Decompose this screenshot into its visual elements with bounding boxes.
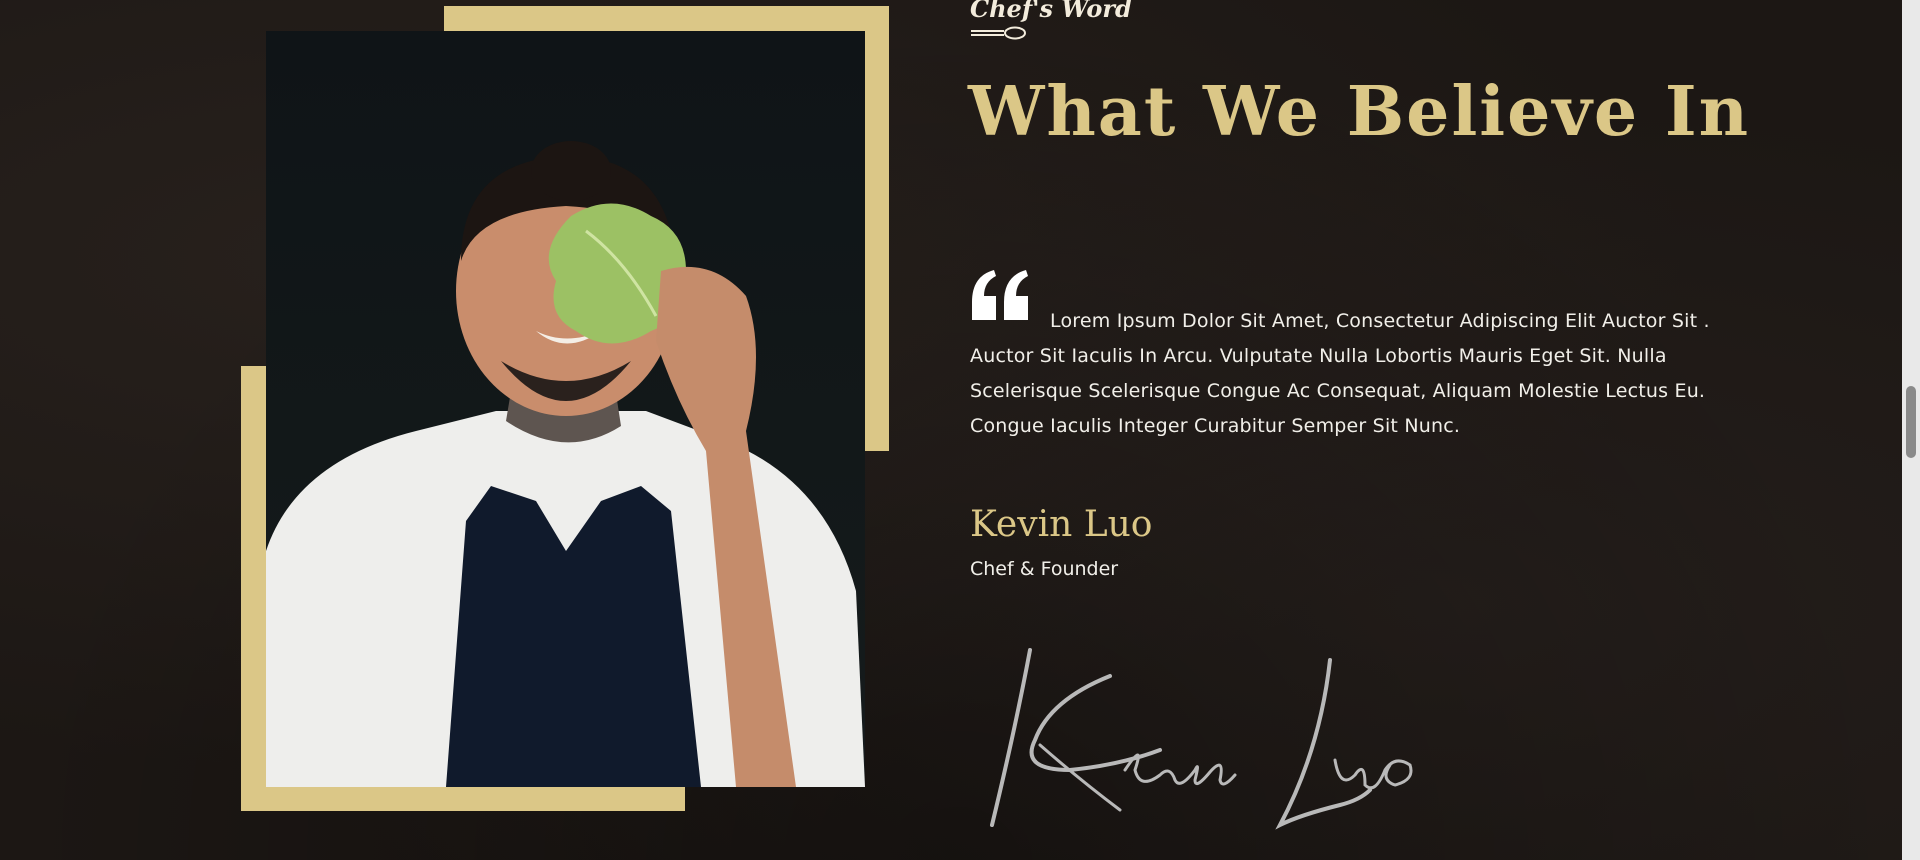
section-subtitle: Chef's Word: [970, 0, 1132, 23]
quote-text: Lorem Ipsum Dolor Sit Amet, Consectetur …: [970, 310, 1710, 437]
author-role: Chef & Founder: [970, 558, 1119, 580]
scrollbar[interactable]: [1902, 0, 1920, 860]
scrollbar-thumb[interactable]: [1906, 386, 1916, 458]
signature-image: [990, 648, 1413, 830]
chef-photo: [266, 31, 865, 787]
chef-word-section: Chef's Word What We Believe In Lorem Ips…: [0, 0, 1920, 860]
section-heading: What We Believe In: [968, 72, 1751, 152]
spoon-icon: [971, 26, 1026, 40]
author-name: Kevin Luo: [970, 504, 1153, 545]
